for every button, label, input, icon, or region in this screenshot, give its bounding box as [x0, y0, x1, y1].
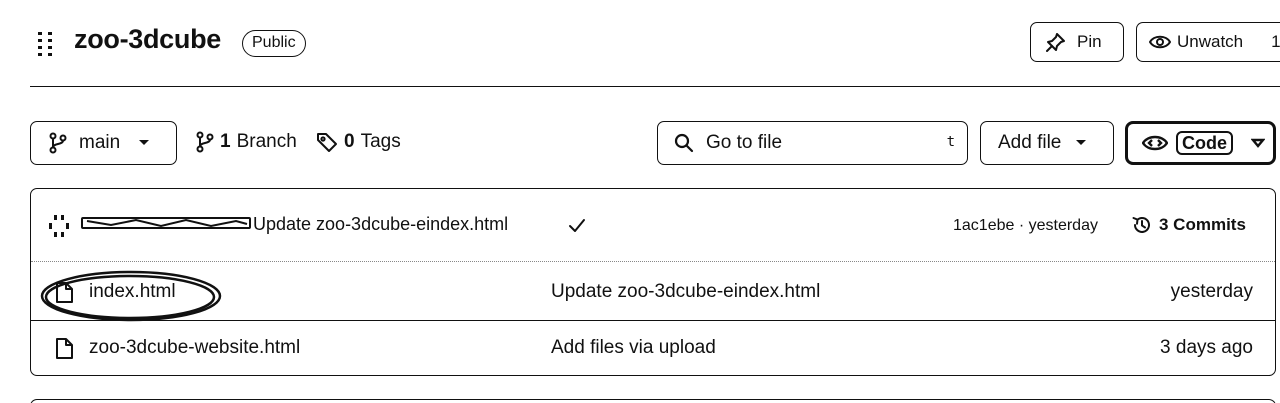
branches-link[interactable]: 1 Branch	[196, 131, 297, 153]
file-row[interactable]: zoo-3dcube-website.html Add files via up…	[31, 320, 1275, 376]
caret-down-icon	[1075, 139, 1087, 147]
commit-hash-time[interactable]: 1ac1ebe · yesterday	[953, 217, 1098, 235]
file-commit-message[interactable]: Add files via upload	[551, 337, 716, 359]
add-file-button[interactable]: Add file	[980, 121, 1114, 165]
search-placeholder: Go to file	[706, 132, 783, 153]
latest-commit-bar: Update zoo-3dcube-eindex.html 1ac1ebe · …	[31, 189, 1275, 261]
code-icon	[1142, 133, 1168, 153]
tags-link[interactable]: 0 Tags	[316, 131, 401, 153]
git-branch-icon	[49, 132, 67, 154]
eye-icon	[1149, 33, 1171, 51]
branch-select-button[interactable]: main	[30, 121, 177, 165]
readme-panel-edge	[30, 399, 1276, 403]
caret-down-icon	[1251, 137, 1265, 149]
tag-icon	[316, 131, 338, 153]
commit-divider	[31, 261, 1275, 262]
unwatch-button[interactable]: Unwatch 1	[1136, 22, 1280, 62]
go-to-file-search[interactable]: Go to file t	[657, 121, 968, 165]
branch-count: 1	[220, 131, 231, 152]
git-branch-icon	[196, 131, 214, 153]
file-browser-panel: Update zoo-3dcube-eindex.html 1ac1ebe · …	[30, 188, 1276, 376]
file-name[interactable]: index.html	[89, 281, 176, 303]
repo-name[interactable]: zoo-3dcube	[74, 24, 221, 55]
history-icon	[1131, 214, 1153, 236]
file-name[interactable]: zoo-3dcube-website.html	[89, 337, 300, 359]
commits-history-link[interactable]: 3 Commits	[1131, 214, 1246, 236]
pin-label: Pin	[1077, 32, 1102, 51]
code-label: Code	[1176, 131, 1233, 155]
shortcut-key: t	[946, 134, 955, 150]
avatar[interactable]	[49, 215, 69, 237]
file-commit-date: 3 days ago	[1160, 337, 1253, 358]
pin-icon	[1045, 31, 1067, 53]
visibility-badge: Public	[242, 30, 306, 57]
add-file-label: Add file	[998, 132, 1062, 153]
branch-word: Branch	[236, 131, 297, 152]
latest-commit-message[interactable]: Update zoo-3dcube-eindex.html	[253, 214, 508, 235]
tag-word: Tags	[360, 131, 401, 152]
redacted-author	[81, 217, 251, 229]
commits-label: 3 Commits	[1159, 215, 1246, 234]
file-commit-date: yesterday	[1170, 281, 1253, 302]
file-commit-message[interactable]: Update zoo-3dcube-eindex.html	[551, 281, 820, 303]
file-icon	[55, 337, 74, 360]
watch-count: 1	[1271, 32, 1280, 51]
caret-down-icon	[138, 139, 150, 147]
code-button[interactable]: Code	[1125, 121, 1276, 165]
unwatch-label: Unwatch	[1177, 32, 1244, 51]
branch-name: main	[79, 132, 121, 153]
repo-icon	[34, 30, 56, 58]
search-icon	[674, 133, 694, 153]
check-icon[interactable]	[567, 215, 587, 235]
header-divider	[30, 86, 1280, 87]
pin-button[interactable]: Pin	[1030, 22, 1124, 62]
file-row[interactable]: index.html Update zoo-3dcube-eindex.html…	[31, 265, 1275, 322]
file-icon	[55, 281, 74, 304]
tag-count: 0	[344, 131, 355, 152]
